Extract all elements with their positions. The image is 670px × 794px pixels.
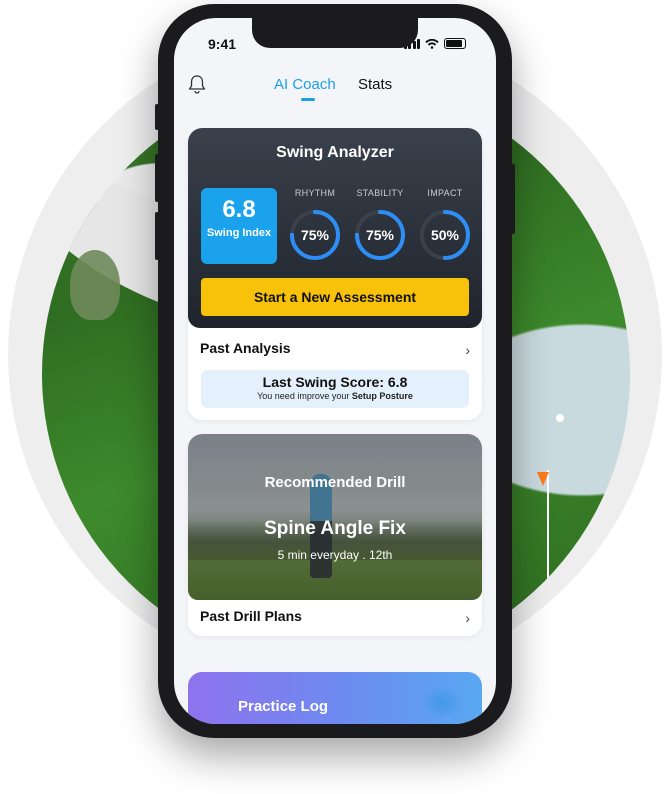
wifi-icon — [425, 39, 439, 49]
last-score-sub-prefix: You need improve your — [257, 391, 350, 401]
progress-ring: 75% — [288, 208, 342, 262]
app-screen: 9:41 AI Coach Stats Swing Analyzer 6.8 S… — [174, 18, 496, 724]
phone-frame: 9:41 AI Coach Stats Swing Analyzer 6.8 S… — [155, 4, 515, 738]
past-analysis-label: Past Analysis — [200, 340, 291, 356]
progress-ring: 75% — [353, 208, 407, 262]
start-assessment-button[interactable]: Start a New Assessment — [201, 278, 469, 316]
metric-rhythm: RHYTHM 75% — [285, 188, 345, 262]
battery-icon — [444, 38, 466, 49]
drill-image[interactable]: Recommended Drill Spine Angle Fix 5 min … — [188, 434, 482, 600]
active-tab-indicator — [301, 98, 315, 101]
tab-ai-coach[interactable]: AI Coach — [274, 76, 336, 93]
past-drill-plans-label: Past Drill Plans — [200, 608, 302, 624]
swing-analyzer-card: Swing Analyzer 6.8 Swing Index RHYTHM 75… — [188, 128, 482, 420]
drill-meta: 5 min everyday . 12th — [277, 548, 393, 562]
last-score-subtitle: You need improve your Setup Posture — [201, 391, 469, 401]
past-analysis-row[interactable]: Past Analysis › — [200, 340, 470, 360]
bell-icon[interactable] — [188, 74, 206, 94]
swing-analyzer-title: Swing Analyzer — [276, 144, 394, 161]
drill-name: Spine Angle Fix — [264, 518, 406, 539]
chevron-right-icon: › — [465, 342, 470, 358]
practice-log-card[interactable]: Practice Log — [188, 672, 482, 724]
status-time: 9:41 — [208, 36, 237, 52]
last-score-title: Last Swing Score: 6.8 — [262, 374, 408, 390]
metric-name: STABILITY — [356, 188, 404, 198]
past-drill-plans-row[interactable]: Past Drill Plans › — [200, 608, 470, 628]
last-score-focus: Setup Posture — [351, 391, 413, 401]
last-score-box[interactable]: Last Swing Score: 6.8 You need improve y… — [201, 370, 469, 408]
drill-heading: Recommended Drill — [264, 474, 406, 491]
metric-value: 75% — [365, 227, 395, 243]
swing-analyzer-panel: Swing Analyzer 6.8 Swing Index RHYTHM 75… — [188, 128, 482, 328]
swing-index-value: 6.8 — [222, 196, 256, 223]
practice-log-title: Practice Log — [238, 698, 329, 715]
metric-value: 75% — [300, 227, 330, 243]
chevron-right-icon: › — [465, 610, 470, 626]
tab-stats[interactable]: Stats — [358, 76, 392, 93]
swing-index-box: 6.8 Swing Index — [201, 188, 277, 264]
metric-value: 50% — [430, 227, 460, 243]
metric-stability: STABILITY 75% — [350, 188, 410, 262]
metric-name: IMPACT — [427, 188, 463, 198]
recommended-drill-card: Recommended Drill Spine Angle Fix 5 min … — [188, 434, 482, 636]
metric-impact: IMPACT 50% — [415, 188, 475, 262]
progress-ring: 50% — [418, 208, 472, 262]
notch — [252, 18, 418, 48]
swing-index-label: Swing Index — [206, 227, 272, 239]
metric-name: RHYTHM — [294, 188, 336, 198]
